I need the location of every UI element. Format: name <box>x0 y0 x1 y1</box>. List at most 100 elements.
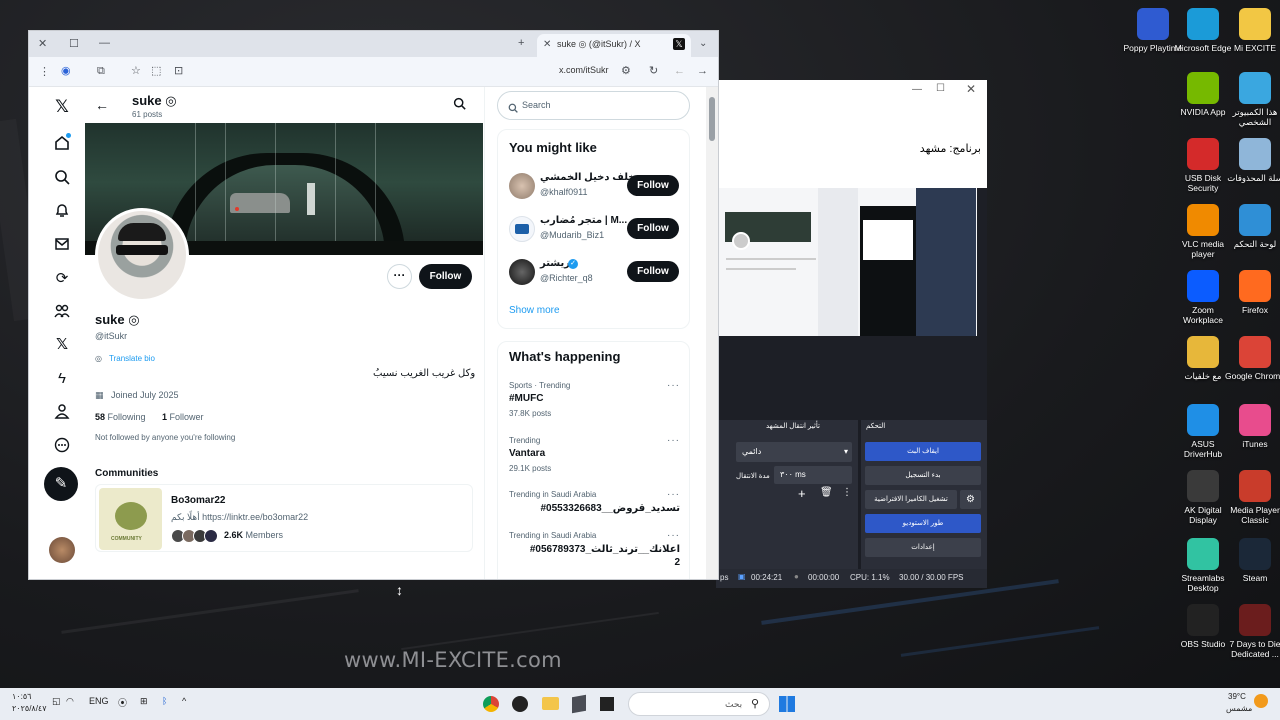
transition-select[interactable]: دائمي ▾ <box>736 442 852 462</box>
taskbar-date[interactable]: ٢٠٢٥/٨/٤٧ <box>12 704 47 713</box>
desktop-shortcut[interactable]: Firefox <box>1224 270 1280 315</box>
suggested-user-name[interactable]: خلف دخيل الخمشي <box>540 172 636 183</box>
more-options-button[interactable]: ··· <box>387 264 412 289</box>
x-logo-icon[interactable]: 𝕏 <box>53 97 71 116</box>
duration-spinbox[interactable]: ٣٠٠ ms <box>774 466 852 484</box>
add-icon[interactable]: + <box>798 486 806 501</box>
follow-button[interactable]: Follow <box>627 218 679 239</box>
premium-icon[interactable]: 𝕏 <box>53 335 71 353</box>
profile-avatar[interactable] <box>95 208 189 302</box>
trend-name[interactable]: #اعلانك__ترند_ثالث_056789373 <box>509 544 680 555</box>
extensions-icon[interactable]: ⧉ <box>97 64 105 78</box>
obs-taskbar-icon[interactable] <box>512 696 528 712</box>
virtual-camera-settings-button[interactable]: ⚙ <box>960 490 981 509</box>
browser-window[interactable]: ✕ ☐ — + ✕ suke ◎ (@itSukr) / X 𝕏 ⌄ ⋮ ◉ ⧉… <box>29 31 718 579</box>
followers-link[interactable]: 1 Follower <box>162 412 204 422</box>
file-explorer-icon[interactable] <box>542 697 559 710</box>
chevron-up-icon[interactable]: ^ <box>182 696 186 706</box>
communities-icon[interactable] <box>53 302 71 320</box>
profile-icon[interactable]: ◉ <box>61 64 71 78</box>
more-icon[interactable] <box>53 436 71 454</box>
reload-icon[interactable]: ↻ <box>649 64 658 78</box>
wifi-icon[interactable]: ◠ <box>66 696 74 707</box>
taskbar-search-box[interactable]: بحث ⚲ <box>628 692 770 716</box>
trash-icon[interactable]: 🗑 <box>820 487 833 498</box>
minimize-icon[interactable]: — <box>912 84 922 95</box>
suggested-user-name[interactable]: متجر مُضارب | M... <box>540 215 627 226</box>
back-icon[interactable]: → <box>697 64 708 78</box>
grok-icon[interactable]: ⟳ <box>53 269 71 287</box>
studio-mode-button[interactable]: طور الاستوديو <box>865 514 981 533</box>
obs-window[interactable]: — ☐ ✕ برنامج: مشهد تأثير انتقال المشهد ا… <box>716 80 987 588</box>
close-tab-icon[interactable]: ✕ <box>543 38 551 52</box>
bluetooth-icon[interactable]: ᛒ <box>162 696 167 706</box>
translate-bio-link[interactable]: Translate bio <box>109 354 155 363</box>
suggested-user-name[interactable]: ريشتر <box>540 258 570 269</box>
desktop-shortcut[interactable]: Media Player Classic <box>1224 470 1280 525</box>
follow-button[interactable]: Follow <box>627 261 679 282</box>
desktop-shortcut[interactable]: هذا الكمبيوتر الشخصي <box>1224 72 1280 127</box>
trend-more-icon[interactable]: ··· <box>667 435 680 446</box>
desktop-shortcut[interactable]: Google Chrome <box>1224 336 1280 381</box>
messages-icon[interactable] <box>53 235 71 253</box>
extension-puzzle-icon[interactable]: ⬚ <box>151 64 161 78</box>
desktop-shortcut[interactable]: iTunes <box>1224 404 1280 449</box>
follow-button[interactable]: Follow <box>419 264 472 289</box>
close-window-icon[interactable]: ✕ <box>38 37 47 51</box>
minimize-icon[interactable]: — <box>99 36 110 50</box>
terminal-taskbar-icon[interactable] <box>600 697 614 711</box>
account-avatar[interactable] <box>49 537 75 563</box>
desktop-shortcut[interactable]: Mi EXCITE <box>1224 8 1280 53</box>
windows-start-icon[interactable] <box>779 696 795 712</box>
forward-icon[interactable]: ← <box>674 64 685 78</box>
desktop-shortcut[interactable]: لوحة التحكم <box>1224 204 1280 249</box>
start-recording-button[interactable]: بدء التسجيل <box>865 466 981 485</box>
trend-more-icon[interactable]: ··· <box>667 489 680 500</box>
search-input[interactable]: Search <box>497 91 690 120</box>
address-bar[interactable]: x.com/itSukr <box>559 65 609 75</box>
follow-button[interactable]: Follow <box>627 175 679 196</box>
app-taskbar-icon[interactable] <box>572 694 586 714</box>
page-scrollbar[interactable] <box>706 87 718 579</box>
show-more-link[interactable]: Show more <box>509 305 560 316</box>
obs-titlebar[interactable]: — ☐ ✕ <box>716 80 987 100</box>
suggested-user-avatar[interactable] <box>509 173 535 199</box>
maximize-icon[interactable]: ☐ <box>69 37 79 51</box>
menu-icon[interactable]: ⋮ <box>39 65 50 79</box>
microphone-icon[interactable]: ⦿ <box>118 696 127 709</box>
screenshot-icon[interactable]: ⊡ <box>174 64 183 78</box>
trend-name[interactable]: #تسديد_قروض__0553326683 <box>509 503 680 514</box>
lightning-icon[interactable]: ϟ <box>53 369 71 387</box>
weather-temperature[interactable]: 39°C <box>1228 692 1246 701</box>
close-icon[interactable]: ✕ <box>966 82 976 96</box>
stop-stream-button[interactable]: ايقاف البث <box>865 442 981 461</box>
bookmark-icon[interactable]: ☆ <box>131 64 141 78</box>
virtual-camera-button[interactable]: تشغيل الكاميرا الافتراضية <box>865 490 957 509</box>
trend-name[interactable]: Vantara <box>509 448 545 459</box>
site-settings-icon[interactable]: ⚙ <box>621 64 631 78</box>
tray-app-icon[interactable]: ⊞ <box>140 696 148 707</box>
maximize-icon[interactable]: ☐ <box>936 83 945 94</box>
desktop-shortcut[interactable]: سلة المحذوفات <box>1224 138 1280 183</box>
scrollbar-thumb[interactable] <box>709 97 715 141</box>
suggested-user-avatar[interactable] <box>509 259 535 285</box>
following-link[interactable]: 58 Following <box>95 412 146 422</box>
more-icon[interactable]: ⋮ <box>842 487 852 498</box>
desktop-shortcut[interactable]: Steam <box>1224 538 1280 583</box>
home-icon[interactable] <box>53 133 71 152</box>
settings-button[interactable]: إعدادات <box>865 538 981 557</box>
tab-active[interactable]: ✕ suke ◎ (@itSukr) / X 𝕏 <box>537 34 691 57</box>
notifications-icon[interactable] <box>53 201 71 219</box>
notification-icon[interactable]: ◱ <box>52 696 61 707</box>
trend-more-icon[interactable]: ··· <box>667 380 680 391</box>
tab-search-icon[interactable]: ⌄ <box>699 37 707 51</box>
new-tab-icon[interactable]: + <box>518 36 524 50</box>
language-indicator[interactable]: ENG <box>89 696 109 706</box>
profile-icon[interactable] <box>53 402 71 420</box>
search-profile-icon[interactable] <box>453 97 466 115</box>
desktop-shortcut[interactable]: 7 Days to Die Dedicated ... <box>1224 604 1280 659</box>
trend-more-icon[interactable]: ··· <box>667 530 680 541</box>
chrome-taskbar-icon[interactable] <box>483 696 499 712</box>
back-arrow-icon[interactable]: ← <box>95 97 109 113</box>
trend-name[interactable]: #MUFC <box>509 393 543 404</box>
